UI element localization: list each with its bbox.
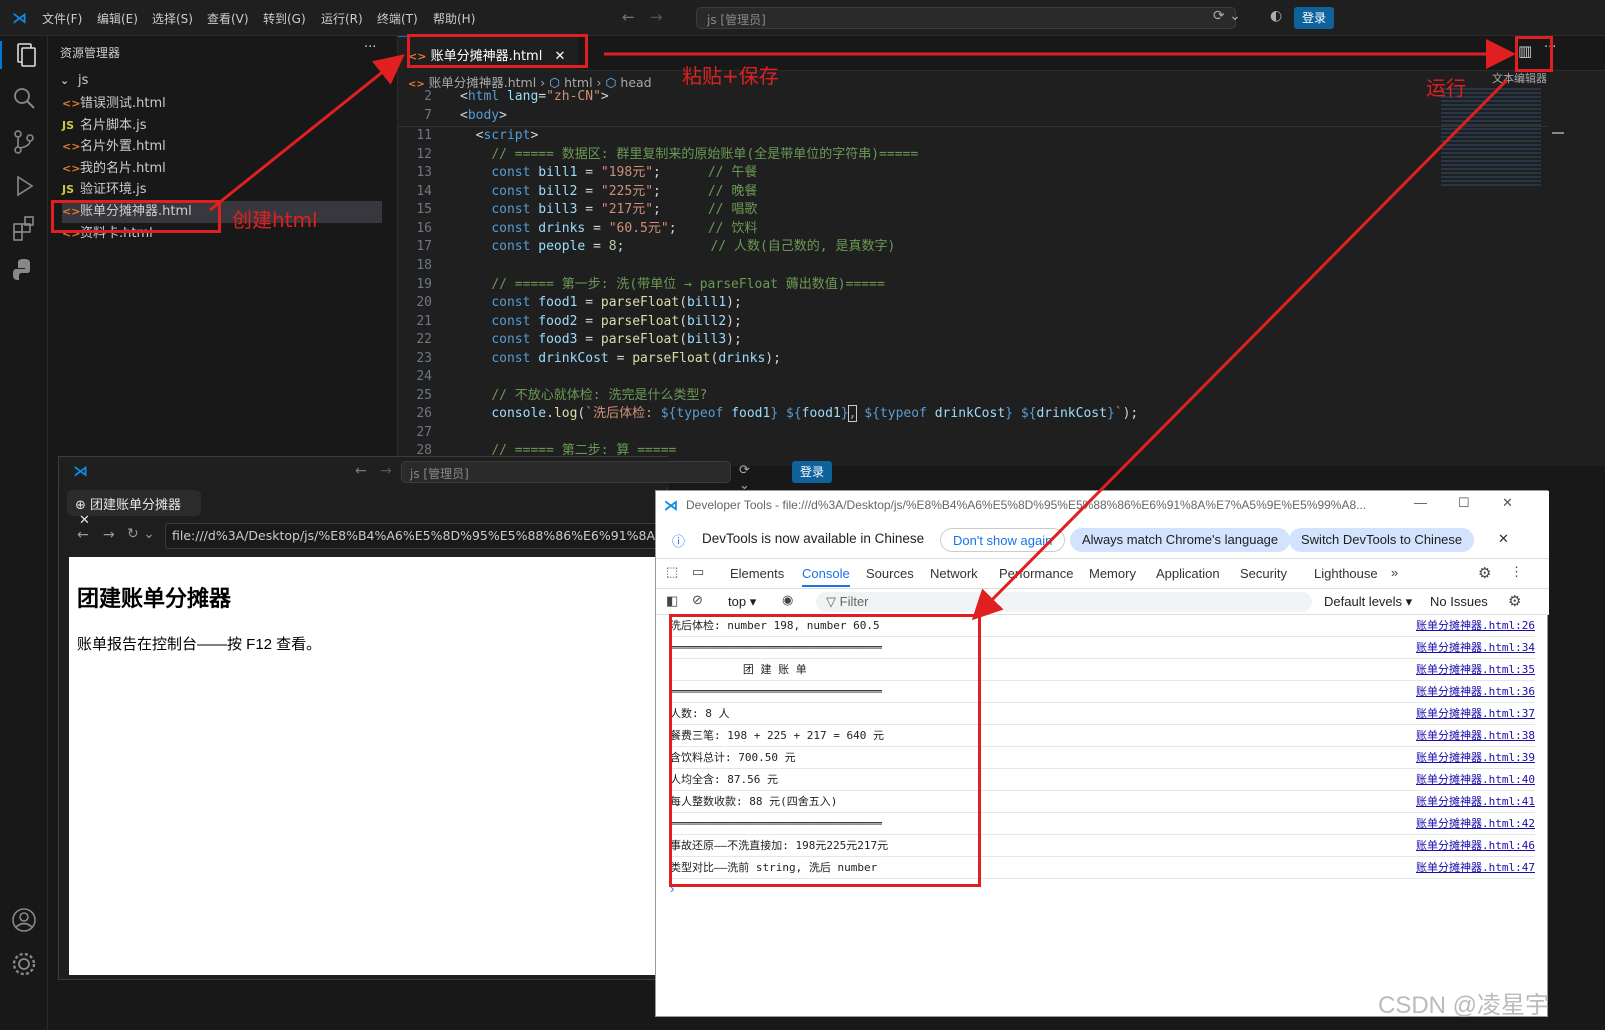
watermark: CSDN @凌星宇 — [1378, 992, 1550, 1019]
annotation-arrows — [209, 39, 1516, 621]
arrow-create-to-tab — [209, 54, 405, 212]
arrow-run-to-console — [971, 78, 1509, 621]
